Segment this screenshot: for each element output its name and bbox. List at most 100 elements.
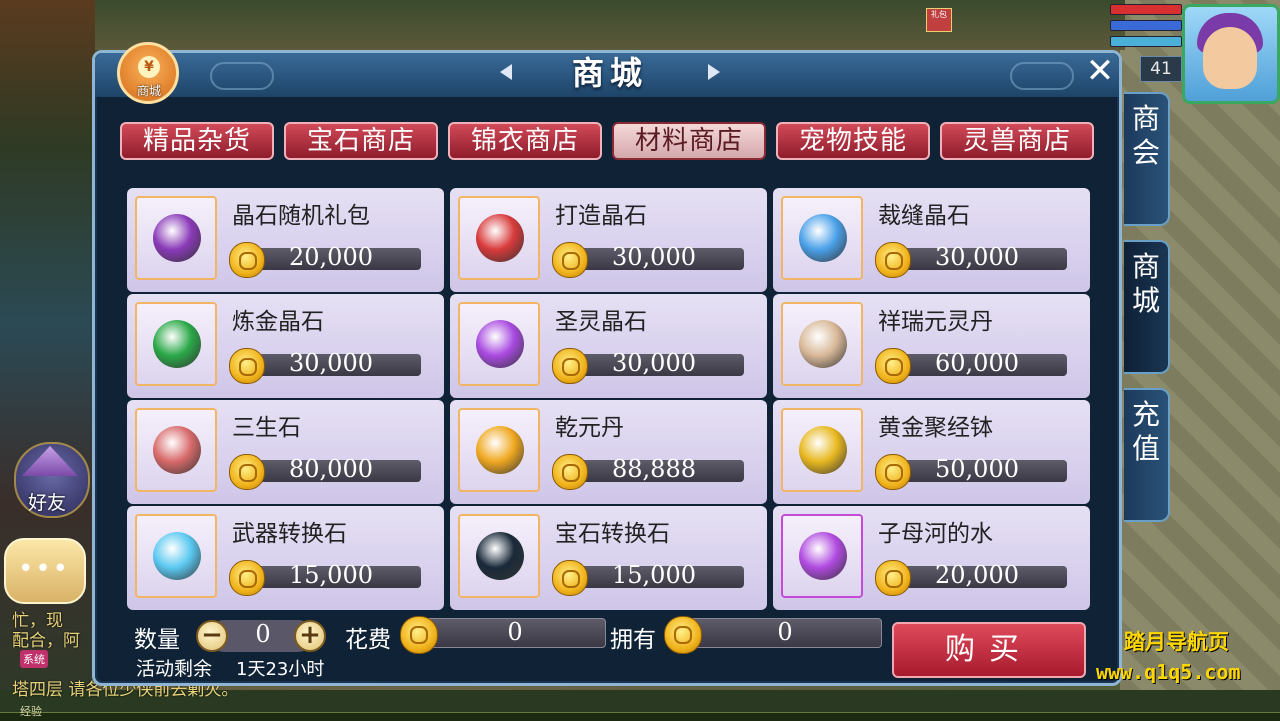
item-price: 60,000 bbox=[935, 349, 1019, 377]
shop-item-card[interactable]: 晶石随机礼包 20,000 bbox=[127, 188, 444, 292]
shop-item-card[interactable]: 子母河的水 20,000 bbox=[773, 506, 1090, 610]
title-left-arrow-icon bbox=[500, 64, 512, 80]
side-tab-mall[interactable]: 商城 bbox=[1124, 240, 1170, 374]
header-ornament bbox=[1010, 62, 1074, 90]
player-level: 41 bbox=[1140, 56, 1182, 82]
shop-item-card[interactable]: 打造晶石 30,000 bbox=[450, 188, 767, 292]
quantity-value: 0 bbox=[255, 620, 271, 648]
item-price: 30,000 bbox=[612, 243, 696, 271]
event-remaining-label: 活动剩余 bbox=[136, 658, 213, 680]
panel-title: 商城 bbox=[571, 54, 648, 92]
item-icon-frame bbox=[135, 408, 217, 492]
shop-item-card[interactable]: 黄金聚经钵 50,000 bbox=[773, 400, 1090, 504]
item-icon-frame bbox=[781, 196, 863, 280]
item-name: 圣灵晶石 bbox=[555, 309, 647, 335]
purple-vase-icon bbox=[799, 532, 847, 580]
hp-bar bbox=[1110, 4, 1182, 15]
item-icon-frame bbox=[458, 302, 540, 386]
close-button[interactable]: ✕ bbox=[1082, 54, 1118, 88]
red-stone-icon bbox=[153, 426, 201, 474]
item-name: 宝石转换石 bbox=[555, 521, 670, 547]
title-right-arrow-icon bbox=[708, 64, 720, 80]
background-scene-top bbox=[95, 0, 1125, 50]
header-ornament bbox=[210, 62, 274, 90]
item-name: 武器转换石 bbox=[232, 521, 347, 547]
item-name: 炼金晶石 bbox=[232, 309, 324, 335]
item-price: 20,000 bbox=[289, 243, 373, 271]
own-label: 拥有 bbox=[610, 627, 656, 653]
shop-item-card[interactable]: 圣灵晶石 30,000 bbox=[450, 294, 767, 398]
item-price: 88,888 bbox=[612, 455, 696, 483]
gift-bag-icon[interactable]: 礼包 bbox=[926, 8, 952, 32]
buy-button[interactable]: 购买 bbox=[892, 622, 1086, 678]
category-tab[interactable]: 材料商店 bbox=[612, 122, 766, 160]
cost-label: 花费 bbox=[345, 627, 391, 653]
shop-item-card[interactable]: 炼金晶石 30,000 bbox=[127, 294, 444, 398]
category-tab[interactable]: 灵兽商店 bbox=[940, 122, 1094, 160]
golden-orb-icon bbox=[476, 426, 524, 474]
side-tab-recharge[interactable]: 充值 bbox=[1124, 388, 1170, 522]
friends-label: 好友 bbox=[28, 492, 67, 514]
gold-coin-icon bbox=[400, 616, 438, 654]
chat-line: 配合，阿 bbox=[12, 631, 80, 651]
watermark-url: www.q1q5.com bbox=[1096, 660, 1241, 684]
avatar-face bbox=[1203, 27, 1257, 89]
system-tag: 系统 bbox=[20, 650, 48, 668]
category-tab[interactable]: 宠物技能 bbox=[776, 122, 930, 160]
taiji-disc-icon bbox=[476, 532, 524, 580]
item-price: 15,000 bbox=[289, 561, 373, 589]
chat-bubble-icon: ••• bbox=[18, 554, 71, 584]
side-tab-chamber[interactable]: 商会 bbox=[1124, 92, 1170, 226]
item-name: 裁缝晶石 bbox=[878, 203, 970, 229]
blue-crystal-icon bbox=[799, 214, 847, 262]
item-name: 祥瑞元灵丹 bbox=[878, 309, 993, 335]
item-name: 子母河的水 bbox=[878, 521, 993, 547]
item-price: 50,000 bbox=[935, 455, 1019, 483]
category-tab[interactable]: 精品杂货 bbox=[120, 122, 274, 160]
shop-badge-label: 商城 bbox=[136, 84, 161, 98]
item-price: 30,000 bbox=[935, 243, 1019, 271]
watermark-title: 踏月导航页 bbox=[1124, 630, 1229, 654]
sp-bar bbox=[1110, 36, 1182, 47]
item-icon-frame bbox=[458, 196, 540, 280]
green-crystal-icon bbox=[153, 320, 201, 368]
shop-item-card[interactable]: 武器转换石 15,000 bbox=[127, 506, 444, 610]
gold-coin-icon bbox=[664, 616, 702, 654]
item-name: 黄金聚经钵 bbox=[878, 415, 993, 441]
item-icon-frame bbox=[135, 196, 217, 280]
item-icon-frame bbox=[781, 514, 863, 598]
category-tab[interactable]: 锦衣商店 bbox=[448, 122, 602, 160]
item-name: 三生石 bbox=[232, 415, 301, 441]
purple-bag-icon bbox=[153, 214, 201, 262]
item-icon-frame bbox=[781, 408, 863, 492]
shop-item-card[interactable]: 宝石转换石 15,000 bbox=[450, 506, 767, 610]
status-bars bbox=[1110, 4, 1182, 52]
experience-label: 经验 bbox=[20, 705, 42, 718]
mp-bar bbox=[1110, 20, 1182, 31]
shop-item-card[interactable]: 裁缝晶石 30,000 bbox=[773, 188, 1090, 292]
quantity-label: 数量 bbox=[134, 627, 180, 653]
item-price: 15,000 bbox=[612, 561, 696, 589]
purple-crystal-icon bbox=[476, 320, 524, 368]
quantity-minus-button[interactable]: − bbox=[196, 620, 228, 652]
item-name: 晶石随机礼包 bbox=[232, 203, 370, 229]
item-name: 打造晶石 bbox=[555, 203, 647, 229]
item-name: 乾元丹 bbox=[555, 415, 624, 441]
item-price: 30,000 bbox=[289, 349, 373, 377]
golden-bowl-icon bbox=[799, 426, 847, 474]
player-avatar[interactable] bbox=[1182, 4, 1280, 104]
quantity-plus-button[interactable]: + bbox=[294, 620, 326, 652]
item-price: 80,000 bbox=[289, 455, 373, 483]
own-value: 0 bbox=[777, 618, 793, 646]
shop-item-card[interactable]: 祥瑞元灵丹 60,000 bbox=[773, 294, 1090, 398]
event-remaining-value: 1天23小时 bbox=[236, 659, 325, 680]
gourd-bottle-icon bbox=[799, 320, 847, 368]
shop-item-card[interactable]: 三生石 80,000 bbox=[127, 400, 444, 504]
cost-value: 0 bbox=[507, 618, 523, 646]
red-crystal-icon bbox=[476, 214, 524, 262]
item-icon-frame bbox=[135, 302, 217, 386]
shop-item-card[interactable]: 乾元丹 88,888 bbox=[450, 400, 767, 504]
category-tab[interactable]: 宝石商店 bbox=[284, 122, 438, 160]
item-price: 20,000 bbox=[935, 561, 1019, 589]
yen-coin-icon: ¥ bbox=[138, 56, 160, 78]
